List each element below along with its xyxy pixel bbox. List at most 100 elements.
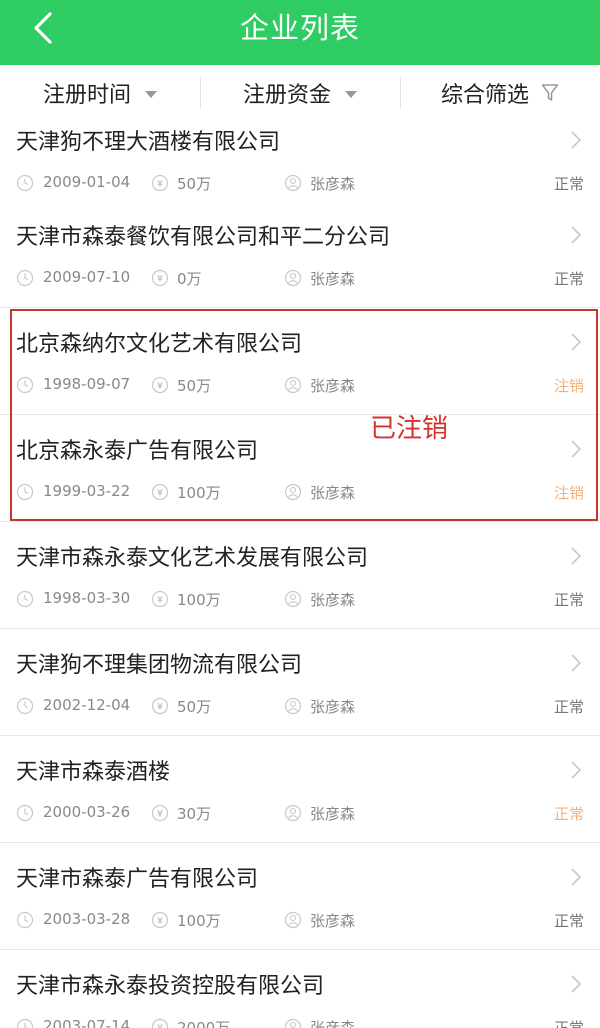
clock-icon xyxy=(16,590,34,608)
dropdown-triangle-icon xyxy=(345,90,357,98)
chevron-right-icon xyxy=(571,868,582,886)
legal-person: 张彦森 xyxy=(310,484,356,502)
filter-label: 综合筛选 xyxy=(440,83,529,108)
chevron-right-icon xyxy=(571,333,582,351)
clock-icon xyxy=(16,269,34,287)
list-item[interactable]: 天津狗不理集团物流有限公司 2002-12-04 ¥ 50万 张彦森 正常 xyxy=(0,629,600,736)
clock-icon xyxy=(16,1018,34,1028)
svg-text:¥: ¥ xyxy=(157,1024,163,1028)
person-icon xyxy=(284,376,302,394)
company-meta: 2003-03-28 ¥ 100万 张彦森 正常 xyxy=(0,909,600,933)
svg-text:¥: ¥ xyxy=(157,810,163,820)
legal-person: 张彦森 xyxy=(310,1019,356,1028)
registered-capital: 0万 xyxy=(177,270,202,288)
registered-capital: 2000万 xyxy=(177,1019,231,1028)
yuan-icon: ¥ xyxy=(151,483,169,501)
status-badge: 正常 xyxy=(553,1019,584,1028)
status-badge: 正常 xyxy=(553,805,584,823)
page-title: 企业列表 xyxy=(239,11,360,45)
yuan-icon: ¥ xyxy=(151,911,169,929)
filter-comprehensive[interactable]: 综合筛选 xyxy=(400,65,600,121)
company-meta: 1999-03-22 ¥ 100万 张彦森 注销 xyxy=(0,481,600,505)
status-badge: 正常 xyxy=(553,175,584,193)
company-meta: 2009-07-10 ¥ 0万 张彦森 正常 xyxy=(0,267,600,291)
chevron-right-icon xyxy=(571,761,582,779)
yuan-icon: ¥ xyxy=(151,1018,169,1028)
chevron-right-icon xyxy=(571,440,582,458)
yuan-icon: ¥ xyxy=(151,174,169,192)
person-icon xyxy=(284,697,302,715)
company-meta: 2000-03-26 ¥ 30万 张彦森 正常 xyxy=(0,802,600,826)
registration-date: 2003-03-28 xyxy=(43,910,131,928)
legal-person: 张彦森 xyxy=(310,805,356,823)
registered-capital: 50万 xyxy=(177,698,212,716)
clock-icon xyxy=(16,804,34,822)
list-item[interactable]: 天津市森永泰投资控股有限公司 2003-07-14 ¥ 2000万 张彦森 正常 xyxy=(0,950,600,1028)
company-name: 天津市森泰餐饮有限公司和平二分公司 xyxy=(16,225,391,250)
person-icon xyxy=(284,174,302,192)
yuan-icon: ¥ xyxy=(151,697,169,715)
registration-date: 1999-03-22 xyxy=(43,482,131,500)
list-item[interactable]: 北京森纳尔文化艺术有限公司 1998-09-07 ¥ 50万 张彦森 注销 xyxy=(0,308,600,415)
legal-person: 张彦森 xyxy=(310,912,356,930)
svg-text:¥: ¥ xyxy=(157,382,163,392)
company-name: 北京森永泰广告有限公司 xyxy=(16,439,259,464)
status-badge: 正常 xyxy=(553,912,584,930)
filter-bar: 注册时间 注册资金 综合筛选 xyxy=(0,65,600,122)
company-name: 天津市森泰酒楼 xyxy=(16,760,171,785)
company-meta: 2002-12-04 ¥ 50万 张彦森 正常 xyxy=(0,695,600,719)
status-badge: 注销 xyxy=(553,484,584,502)
registration-date: 1998-09-07 xyxy=(43,375,131,393)
status-badge: 正常 xyxy=(553,591,584,609)
company-meta: 1998-03-30 ¥ 100万 张彦森 正常 xyxy=(0,588,600,612)
registered-capital: 100万 xyxy=(177,912,221,930)
app-header: 企业列表 xyxy=(0,0,600,65)
company-name: 天津市森永泰投资控股有限公司 xyxy=(16,974,325,999)
registration-date: 2002-12-04 xyxy=(43,696,131,714)
company-meta: 2009-01-04 ¥ 50万 张彦森 正常 xyxy=(0,172,600,196)
svg-text:¥: ¥ xyxy=(157,703,163,713)
registration-date: 1998-03-30 xyxy=(43,589,131,607)
filter-registration-time[interactable]: 注册时间 xyxy=(0,65,200,121)
filter-label: 注册资金 xyxy=(242,83,331,108)
chevron-right-icon xyxy=(571,131,582,149)
person-icon xyxy=(284,590,302,608)
list-item[interactable]: 天津市森永泰文化艺术发展有限公司 1998-03-30 ¥ 100万 张彦森 正… xyxy=(0,522,600,629)
list-item[interactable]: 北京森永泰广告有限公司 1999-03-22 ¥ 100万 张彦森 注销 xyxy=(0,415,600,522)
legal-person: 张彦森 xyxy=(310,698,356,716)
registration-date: 2000-03-26 xyxy=(43,803,131,821)
status-badge: 正常 xyxy=(553,270,584,288)
yuan-icon: ¥ xyxy=(151,804,169,822)
registered-capital: 50万 xyxy=(177,377,212,395)
registration-date: 2009-07-10 xyxy=(43,268,131,286)
list-item[interactable]: 天津狗不理大酒楼有限公司 2009-01-04 ¥ 50万 张彦森 正常 xyxy=(0,121,600,213)
list-item[interactable]: 天津市森泰餐饮有限公司和平二分公司 2009-07-10 ¥ 0万 张彦森 正常 xyxy=(0,201,600,308)
annotation-label: 已注销 xyxy=(370,414,449,444)
list-item[interactable]: 天津市森泰酒楼 2000-03-26 ¥ 30万 张彦森 正常 xyxy=(0,736,600,843)
registration-date: 2009-01-04 xyxy=(43,173,131,191)
person-icon xyxy=(284,483,302,501)
company-name: 北京森纳尔文化艺术有限公司 xyxy=(16,332,303,357)
company-name: 天津狗不理大酒楼有限公司 xyxy=(16,130,281,155)
registered-capital: 30万 xyxy=(177,805,212,823)
registered-capital: 100万 xyxy=(177,591,221,609)
person-icon xyxy=(284,911,302,929)
registered-capital: 50万 xyxy=(177,175,212,193)
filter-label: 注册时间 xyxy=(42,83,131,108)
yuan-icon: ¥ xyxy=(151,269,169,287)
clock-icon xyxy=(16,697,34,715)
registered-capital: 100万 xyxy=(177,484,221,502)
chevron-right-icon xyxy=(571,975,582,993)
clock-icon xyxy=(16,911,34,929)
chevron-right-icon xyxy=(571,226,582,244)
legal-person: 张彦森 xyxy=(310,175,356,193)
funnel-icon xyxy=(541,84,559,101)
chevron-right-icon xyxy=(571,547,582,565)
clock-icon xyxy=(16,376,34,394)
clock-icon xyxy=(16,483,34,501)
filter-registered-capital[interactable]: 注册资金 xyxy=(200,65,400,121)
list-item[interactable]: 天津市森泰广告有限公司 2003-03-28 ¥ 100万 张彦森 正常 xyxy=(0,843,600,950)
yuan-icon: ¥ xyxy=(151,590,169,608)
status-badge: 正常 xyxy=(553,698,584,716)
legal-person: 张彦森 xyxy=(310,591,356,609)
